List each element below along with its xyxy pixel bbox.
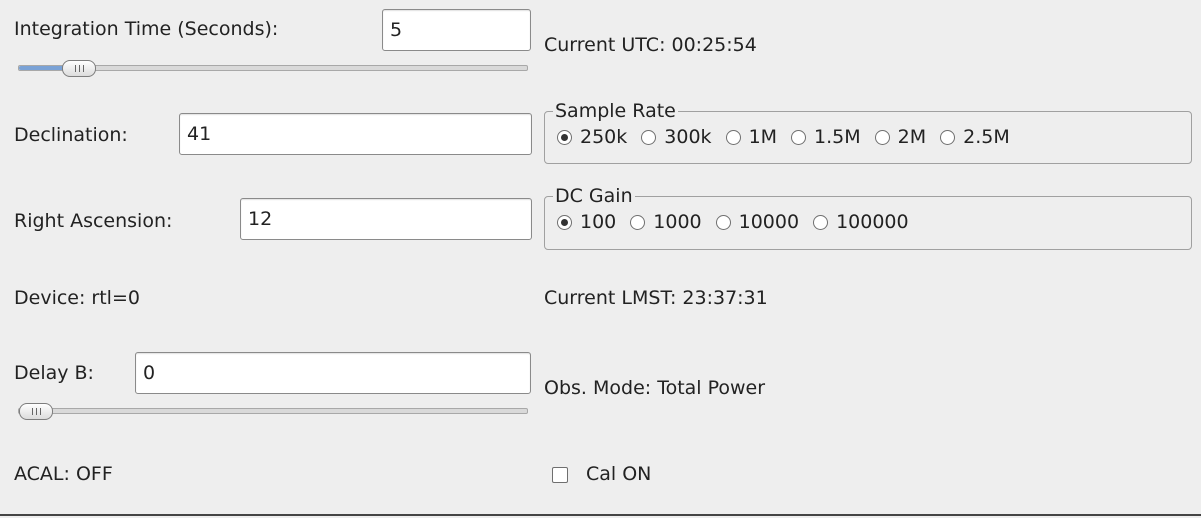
radio-option-label: 1M — [748, 126, 778, 148]
radio-option[interactable]: 1M — [725, 126, 778, 148]
obs-mode-label: Obs. Mode: Total Power — [544, 377, 766, 399]
declination-label: Declination: — [14, 124, 128, 146]
radio-option-label: 300k — [664, 126, 712, 148]
radio-option[interactable]: 2M — [874, 126, 927, 148]
sample-rate-group: Sample Rate 250k 300k 1M 1.5M 2M 2.5M — [544, 100, 1192, 164]
radio-button[interactable] — [940, 129, 956, 145]
radio-option[interactable]: 10000 — [715, 211, 800, 233]
radio-button[interactable] — [874, 129, 890, 145]
declination-input[interactable] — [179, 113, 532, 155]
radio-option-label: 100 — [580, 211, 617, 233]
current-lmst-label: Current LMST: 23:37:31 — [544, 287, 768, 309]
current-utc-label: Current UTC: 00:25:54 — [544, 34, 757, 56]
integration-time-label: Integration Time (Seconds): — [14, 18, 279, 40]
bottom-divider — [0, 514, 1201, 516]
integration-time-slider[interactable] — [18, 60, 528, 77]
radio-option[interactable]: 100000 — [813, 211, 909, 233]
radio-option[interactable]: 300k — [641, 126, 712, 148]
radio-button[interactable] — [813, 214, 829, 230]
radio-option-label: 100000 — [836, 211, 909, 233]
delay-b-slider-handle[interactable] — [19, 403, 53, 420]
radio-option-label: 250k — [580, 126, 628, 148]
acal-status-label: ACAL: OFF — [14, 463, 113, 485]
delay-b-slider[interactable] — [18, 403, 528, 420]
radio-button[interactable] — [630, 214, 646, 230]
radio-option-label: 10000 — [738, 211, 800, 233]
radio-button[interactable] — [791, 129, 807, 145]
dc-gain-group: DC Gain 100 1000 10000 100000 — [544, 185, 1192, 250]
radio-option-label: 1000 — [653, 211, 702, 233]
radio-option[interactable]: 2.5M — [940, 126, 1010, 148]
radio-button[interactable] — [641, 129, 657, 145]
integration-time-input[interactable] — [382, 9, 531, 51]
radio-button[interactable] — [725, 129, 741, 145]
cal-on-label[interactable]: Cal ON — [586, 463, 651, 485]
delay-b-label: Delay B: — [14, 362, 94, 384]
radio-option-label: 2.5M — [963, 126, 1010, 148]
radio-option-label: 1.5M — [814, 126, 861, 148]
radio-option[interactable]: 100 — [557, 211, 616, 233]
radio-option[interactable]: 1.5M — [791, 126, 861, 148]
delay-b-input[interactable] — [135, 352, 531, 394]
sample-rate-options: 250k 300k 1M 1.5M 2M 2.5M — [557, 126, 1010, 148]
right-ascension-label: Right Ascension: — [14, 210, 173, 232]
radio-button[interactable] — [557, 214, 572, 230]
radio-option[interactable]: 250k — [557, 126, 627, 148]
dc-gain-options: 100 1000 10000 100000 — [557, 211, 909, 233]
cal-on-checkbox[interactable] — [552, 467, 568, 483]
radio-option[interactable]: 1000 — [630, 211, 702, 233]
radio-option-label: 2M — [897, 126, 927, 148]
sample-rate-title: Sample Rate — [553, 100, 678, 122]
dc-gain-title: DC Gain — [553, 185, 635, 207]
radio-button[interactable] — [715, 214, 731, 230]
device-label: Device: rtl=0 — [14, 287, 140, 309]
right-ascension-input[interactable] — [240, 198, 532, 240]
integration-time-slider-handle[interactable] — [62, 60, 96, 77]
radio-button[interactable] — [557, 129, 572, 145]
